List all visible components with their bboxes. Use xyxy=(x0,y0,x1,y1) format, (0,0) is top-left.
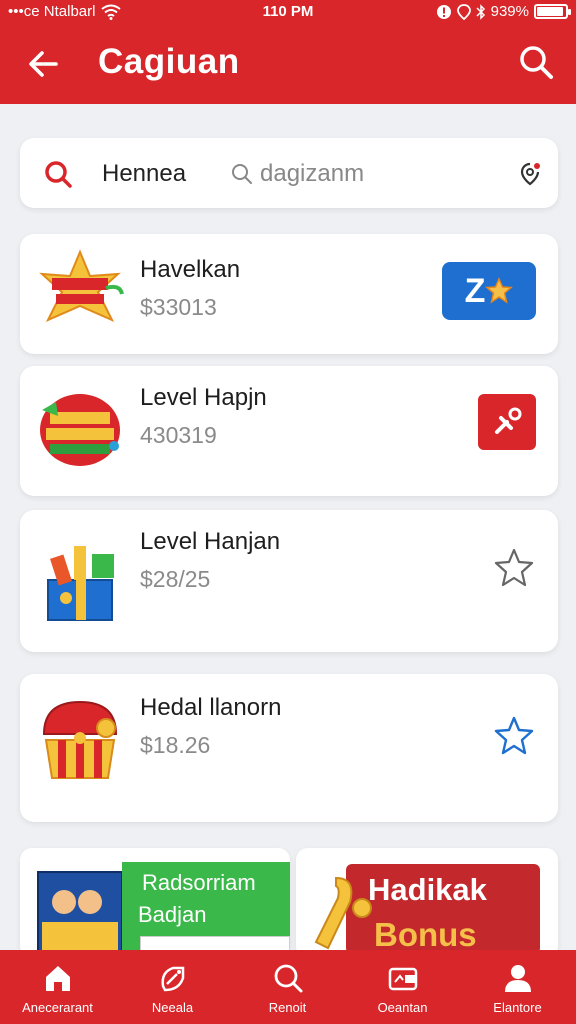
user-icon xyxy=(504,965,531,992)
battery-fill xyxy=(537,7,564,16)
top-nav: Cagiuan xyxy=(0,32,576,94)
tab-label: Neeala xyxy=(151,1000,194,1015)
search-input[interactable] xyxy=(230,156,490,192)
item-price: $18.26 xyxy=(140,732,211,758)
item-name: Level Hanjan xyxy=(140,528,281,555)
battery-percent: 939% xyxy=(490,3,529,20)
tab-label: Anecerarant xyxy=(22,1000,93,1015)
app-header: •••ce Ntalbarl 110 PM 939% Cagiuan xyxy=(0,0,576,104)
add-item-button[interactable] xyxy=(478,394,536,450)
tab-label: Oeantan xyxy=(377,1000,428,1015)
favorite-badge-button[interactable]: Z xyxy=(442,262,536,320)
status-bar: •••ce Ntalbarl 110 PM 939% xyxy=(0,0,576,24)
item-name: Hedal llanorn xyxy=(140,694,282,721)
promo-subtitle: Bonus xyxy=(374,916,477,953)
voice-search-icon[interactable] xyxy=(516,160,544,188)
promo-title: Radsorriam xyxy=(142,870,256,895)
product-thumbnail xyxy=(47,546,114,621)
tab-label: Elantore xyxy=(493,1000,542,1015)
promo-title: Hadikak xyxy=(368,872,487,907)
star-icon xyxy=(485,277,514,304)
promo-subtitle: Badjan xyxy=(138,902,207,927)
search-icon xyxy=(274,964,302,993)
location-icon xyxy=(456,3,471,20)
item-price: $33013 xyxy=(140,294,217,320)
alert-icon xyxy=(436,4,451,19)
favorite-button[interactable] xyxy=(492,546,536,590)
tab-profile[interactable]: Elantore xyxy=(460,950,575,1024)
search-icon[interactable] xyxy=(42,158,74,190)
tab-label: Renoit xyxy=(268,1000,307,1015)
home-icon xyxy=(45,966,70,991)
promo-banner[interactable]: Hadikak Bonus xyxy=(296,848,558,958)
tab-deals[interactable]: Neeala xyxy=(115,950,230,1024)
promo-banner[interactable]: Radsorriam Badjan xyxy=(20,848,290,958)
tag-icon xyxy=(160,966,184,992)
item-price: 430319 xyxy=(140,422,217,448)
bottom-nav: Anecerarant Neeala Renoit Oeantan Elanto… xyxy=(0,950,576,1024)
star-outline-icon xyxy=(494,716,534,755)
product-thumbnail xyxy=(40,394,120,466)
list-item[interactable]: Level Hanjan $28/25 xyxy=(20,510,558,652)
tab-wallet[interactable]: Oeantan xyxy=(345,950,460,1024)
search-bar[interactable]: Hennea xyxy=(20,138,558,208)
item-name: Havelkan xyxy=(140,256,241,283)
bluetooth-icon xyxy=(476,3,485,20)
tool-icon xyxy=(495,407,522,434)
ribbon-icon xyxy=(314,876,372,950)
battery-icon xyxy=(534,4,571,19)
product-thumbnail xyxy=(42,700,118,779)
wallet-icon xyxy=(388,967,417,991)
search-query-label: Hennea xyxy=(102,160,187,187)
list-item[interactable]: Level Hapjn 430319 xyxy=(20,366,558,496)
item-name: Level Hapjn xyxy=(140,384,267,411)
item-price: $28/25 xyxy=(140,566,211,592)
list-item[interactable]: Hedal llanorn $18.26 xyxy=(20,674,558,822)
star-outline-icon xyxy=(494,548,534,587)
tab-search[interactable]: Renoit xyxy=(230,950,345,1024)
page-title: Cagiuan xyxy=(98,42,240,81)
promo-illustration xyxy=(37,871,123,958)
search-icon[interactable] xyxy=(516,42,556,82)
favorite-button[interactable] xyxy=(492,714,536,758)
product-thumbnail xyxy=(39,249,124,323)
arrow-left-icon[interactable] xyxy=(22,42,66,86)
tab-home[interactable]: Anecerarant xyxy=(0,950,115,1024)
list-item[interactable]: Havelkan $33013 Z xyxy=(20,234,558,354)
badge-label: Z xyxy=(464,271,486,310)
